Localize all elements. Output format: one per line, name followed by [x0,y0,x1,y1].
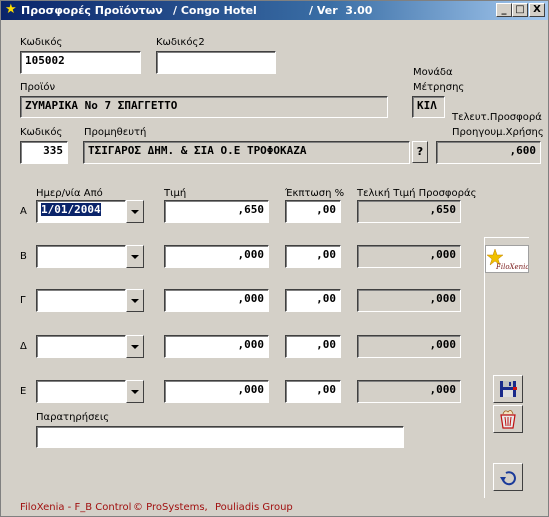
filoxenia-logo: FiloXenia [485,245,530,273]
chevron-down-icon [131,390,139,394]
date-dropdown-button[interactable] [126,245,144,268]
offer-price-field[interactable]: ,650 [164,200,269,223]
offer-final-price-field: ,000 [357,380,461,403]
notes-label: Παρατηρήσεις [36,412,110,423]
offers-window: ★ Προσφορές Προϊόντων / Congo Hotel / Ve… [0,0,549,517]
last-offer-label-line2: Προηγουμ.Χρήσης [452,127,544,138]
offer-price-field[interactable]: ,000 [164,245,269,268]
maximize-button[interactable]: □ [512,3,528,17]
offer-final-price-field: ,000 [357,335,461,358]
offer-discount-field[interactable]: ,00 [285,245,341,268]
offer-final-price-field: ,000 [357,245,461,268]
chevron-down-icon [131,255,139,259]
date-dropdown-button[interactable] [126,289,144,312]
footer-product: FiloXenia - F_B Control [20,502,132,513]
offer-price-field[interactable]: ,000 [164,289,269,312]
offer-final-price-field: ,000 [357,289,461,312]
delete-button[interactable] [493,405,523,433]
product-label: Προϊόν [20,82,56,93]
offer-final-price-field: ,650 [357,200,461,223]
footer-copyright: © ProSystems, [133,502,208,513]
offer-discount-field[interactable]: ,00 [285,380,341,403]
discount-header: Έκπτωση % [285,188,345,199]
supplier-code-label: Κωδικός [20,127,63,138]
product-field[interactable]: ΖΥΜΑΡΙΚΑ Νο 7 ΣΠΑΓΓΕΤΤΟ [20,96,388,118]
last-offer-field[interactable]: ,600 [436,141,541,164]
unit-label-line1: Μονάδα [413,67,453,78]
date-dropdown-button[interactable] [126,380,144,403]
window-title-version: / Ver 3.00 [309,4,373,17]
unit-label-line2: Μέτρησης [413,82,465,93]
offer-row-letter: Α [20,206,27,217]
save-disk-icon [500,381,517,397]
offer-date-field[interactable] [36,335,126,358]
window-title: Προσφορές Προϊόντων [21,4,163,17]
supplier-label: Προμηθευτή [84,127,147,138]
offer-date-field[interactable] [36,289,126,312]
unit-field[interactable]: ΚΙΛ [412,96,445,118]
offer-price-field[interactable]: ,000 [164,380,269,403]
window-title-hotel: / Congo Hotel [173,4,257,17]
offer-date-field[interactable] [36,245,126,268]
offer-discount-field[interactable]: ,00 [285,335,341,358]
offer-price-field[interactable]: ,000 [164,335,269,358]
offer-row-letter: Ε [20,386,27,397]
notes-field[interactable] [36,426,404,448]
supplier-field[interactable]: ΤΣΙΓΑΡΟΣ ΔΗΜ. & ΣΙΑ Ο.Ε ΤΡΟΦΟΚΑΖΑ [83,141,410,164]
undo-arrow-icon [500,471,516,486]
final-price-header: Τελική Τιμή Προσφοράς [357,188,477,199]
delete-basket-icon [500,410,516,429]
side-toolbar [484,237,529,498]
date-dropdown-button[interactable] [126,335,144,358]
offer-discount-field[interactable]: ,00 [285,289,341,312]
minimize-button[interactable]: _ [496,3,512,17]
last-offer-label-line1: Τελευτ.Προσφορά [452,112,542,123]
undo-button[interactable] [493,463,523,491]
chevron-down-icon [131,210,139,214]
svg-text:FiloXenia: FiloXenia [495,263,528,271]
offer-date-field[interactable] [36,380,126,403]
code2-label: Κωδικός2 [156,37,205,48]
supplier-code-field[interactable]: 335 [20,141,68,164]
supplier-lookup-button[interactable]: ? [412,141,428,163]
save-button[interactable] [493,375,523,403]
chevron-down-icon [131,299,139,303]
chevron-down-icon [131,345,139,349]
close-button[interactable]: X [529,3,545,17]
date-dropdown-button[interactable] [126,200,144,223]
offer-row-letter: Δ [20,341,27,352]
code-field[interactable]: 105002 [20,51,141,74]
date-from-header: Ημερ/νία Από [36,188,103,199]
offer-row-letter: Β [20,251,27,262]
offer-row-letter: Γ [20,295,26,306]
price-header: Τιμή [164,188,187,199]
offer-discount-field[interactable]: ,00 [285,200,341,223]
code2-field[interactable] [156,51,276,74]
title-bar[interactable]: ★ Προσφορές Προϊόντων / Congo Hotel / Ve… [1,1,548,20]
offer-date-field[interactable]: 1/01/2004 [36,200,126,223]
app-star-icon: ★ [5,2,17,17]
code-label: Κωδικός [20,37,63,48]
footer-company: Pouliadis Group [215,502,293,513]
